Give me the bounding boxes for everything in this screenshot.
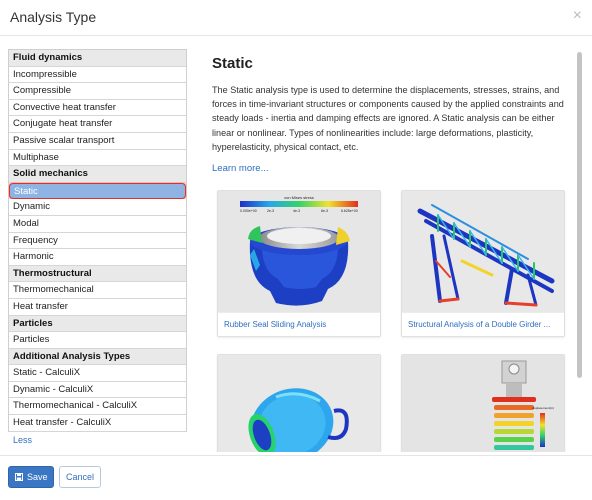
learn-more-link[interactable]: Learn more...	[212, 163, 269, 174]
save-label: Save	[27, 472, 48, 482]
analysis-description: The Static analysis type is used to dete…	[212, 85, 564, 152]
dialog-header: Analysis Type ×	[0, 0, 592, 36]
analysis-detail-panel: Static The Static analysis type is used …	[196, 40, 572, 452]
group-additional-analysis-types: Additional Analysis Types	[9, 348, 186, 366]
group-solid-mechanics: Solid mechanics	[9, 166, 186, 183]
legend-tick: 4e-3	[293, 209, 300, 213]
list-item-dynamic-calculix[interactable]: Dynamic - CalculiX	[9, 381, 186, 399]
list-item-incompressible[interactable]: Incompressible	[9, 66, 186, 84]
list-item-static[interactable]: Static	[9, 182, 186, 200]
list-item-frequency[interactable]: Frequency	[9, 232, 186, 250]
list-item-modal[interactable]: Modal	[9, 215, 186, 233]
legend-title: displacement(m)	[532, 406, 554, 410]
list-item-thermomechanical-calculix[interactable]: Thermomechanical - CalculiX	[9, 398, 186, 416]
example-card-double-girder[interactable]: Structural Analysis of a Double Girder .…	[401, 190, 565, 337]
list-item-particles[interactable]: Particles	[9, 332, 186, 349]
close-icon[interactable]: ×	[573, 7, 582, 25]
list-item-thermomechanical[interactable]: Thermomechanical	[9, 282, 186, 299]
list-item-heat-transfer[interactable]: Heat transfer	[9, 298, 186, 316]
page-title: Static	[212, 55, 253, 72]
list-item-dynamic[interactable]: Dynamic	[9, 199, 186, 216]
less-link[interactable]: Less	[13, 435, 32, 445]
double-girder-thumbnail	[402, 191, 564, 312]
list-item-heat-transfer-calculix[interactable]: Heat transfer - CalculiX	[9, 415, 186, 432]
list-item-conjugate-heat-transfer[interactable]: Conjugate heat transfer	[9, 116, 186, 133]
legend-tick: 6e-3	[321, 209, 328, 213]
legend-tick: 2e-3	[267, 209, 274, 213]
group-particles: Particles	[9, 315, 186, 333]
example-card-spring[interactable]: displacement(m)	[401, 354, 565, 452]
example-card-rubber-seal[interactable]: von Mises stress 0.000e+00 2e-3 4e-3 6e-…	[217, 190, 381, 337]
save-button[interactable]: Save	[8, 466, 54, 488]
list-item-harmonic[interactable]: Harmonic	[9, 249, 186, 266]
list-item-static-calculix[interactable]: Static - CalculiX	[9, 365, 186, 382]
legend-tick: 6.625e+00	[341, 209, 358, 213]
legend-title: von Mises stress	[284, 195, 314, 200]
card-label[interactable]: Rubber Seal Sliding Analysis	[218, 312, 380, 336]
card-label[interactable]: Structural Analysis of a Double Girder .…	[402, 312, 564, 336]
cancel-button[interactable]: Cancel	[59, 466, 101, 488]
legend-tick: 0.000e+00	[240, 209, 257, 213]
list-item-multiphase[interactable]: Multiphase	[9, 149, 186, 167]
spring-thumbnail: displacement(m)	[402, 355, 564, 452]
analysis-type-list: Fluid dynamics Incompressible Compressib…	[8, 49, 187, 432]
group-fluid-dynamics: Fluid dynamics	[9, 50, 186, 67]
dialog-title: Analysis Type	[10, 9, 97, 25]
floppy-disk-icon	[15, 468, 23, 488]
example-card-vessel[interactable]	[217, 354, 381, 452]
list-item-convective-heat-transfer[interactable]: Convective heat transfer	[9, 99, 186, 117]
group-thermostructural: Thermostructural	[9, 265, 186, 283]
list-item-compressible[interactable]: Compressible	[9, 83, 186, 100]
vessel-thumbnail	[218, 355, 380, 452]
content-scrollbar[interactable]	[577, 52, 582, 378]
rubber-seal-thumbnail: von Mises stress 0.000e+00 2e-3 4e-3 6e-…	[218, 191, 380, 312]
footer-divider	[0, 455, 592, 456]
list-item-passive-scalar-transport[interactable]: Passive scalar transport	[9, 132, 186, 150]
